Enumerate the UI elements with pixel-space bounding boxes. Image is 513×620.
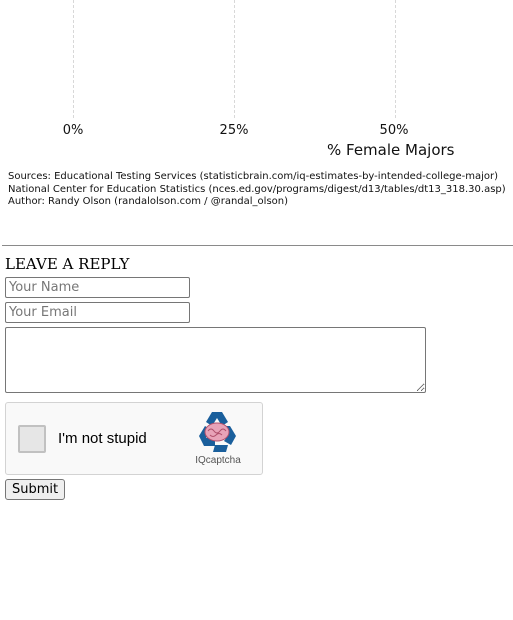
chart-area: 0% 25% 50% % Female Majors [0,0,513,165]
divider [2,245,513,246]
gridline-25 [234,0,235,118]
comment-textarea[interactable] [5,327,426,393]
email-field[interactable] [5,302,190,323]
submit-button[interactable]: Submit [5,479,66,500]
x-axis-title: % Female Majors [327,141,455,159]
x-tick-label: 25% [219,123,249,138]
author-line: Author: Randy Olson (randalolson.com / @… [8,196,289,207]
chart-sources: Sources: Educational Testing Services (s… [8,171,506,209]
gridline-50 [395,0,396,118]
captcha-label: I'm not stupid [58,430,147,447]
captcha-widget: I'm not stupid IQcaptcha [5,402,263,475]
reply-heading: LEAVE A REPLY [5,255,130,273]
captcha-brand: IQcaptcha [195,455,241,466]
name-field[interactable] [5,277,190,298]
x-tick-label: 0% [62,123,84,138]
sources-line: National Center for Education Statistics… [8,183,506,195]
recycle-brain-icon [199,412,236,452]
sources-line: Sources: Educational Testing Services (s… [8,171,498,182]
x-tick-label: 50% [379,123,409,138]
captcha-checkbox[interactable] [18,425,46,453]
gridline-0 [73,0,74,118]
